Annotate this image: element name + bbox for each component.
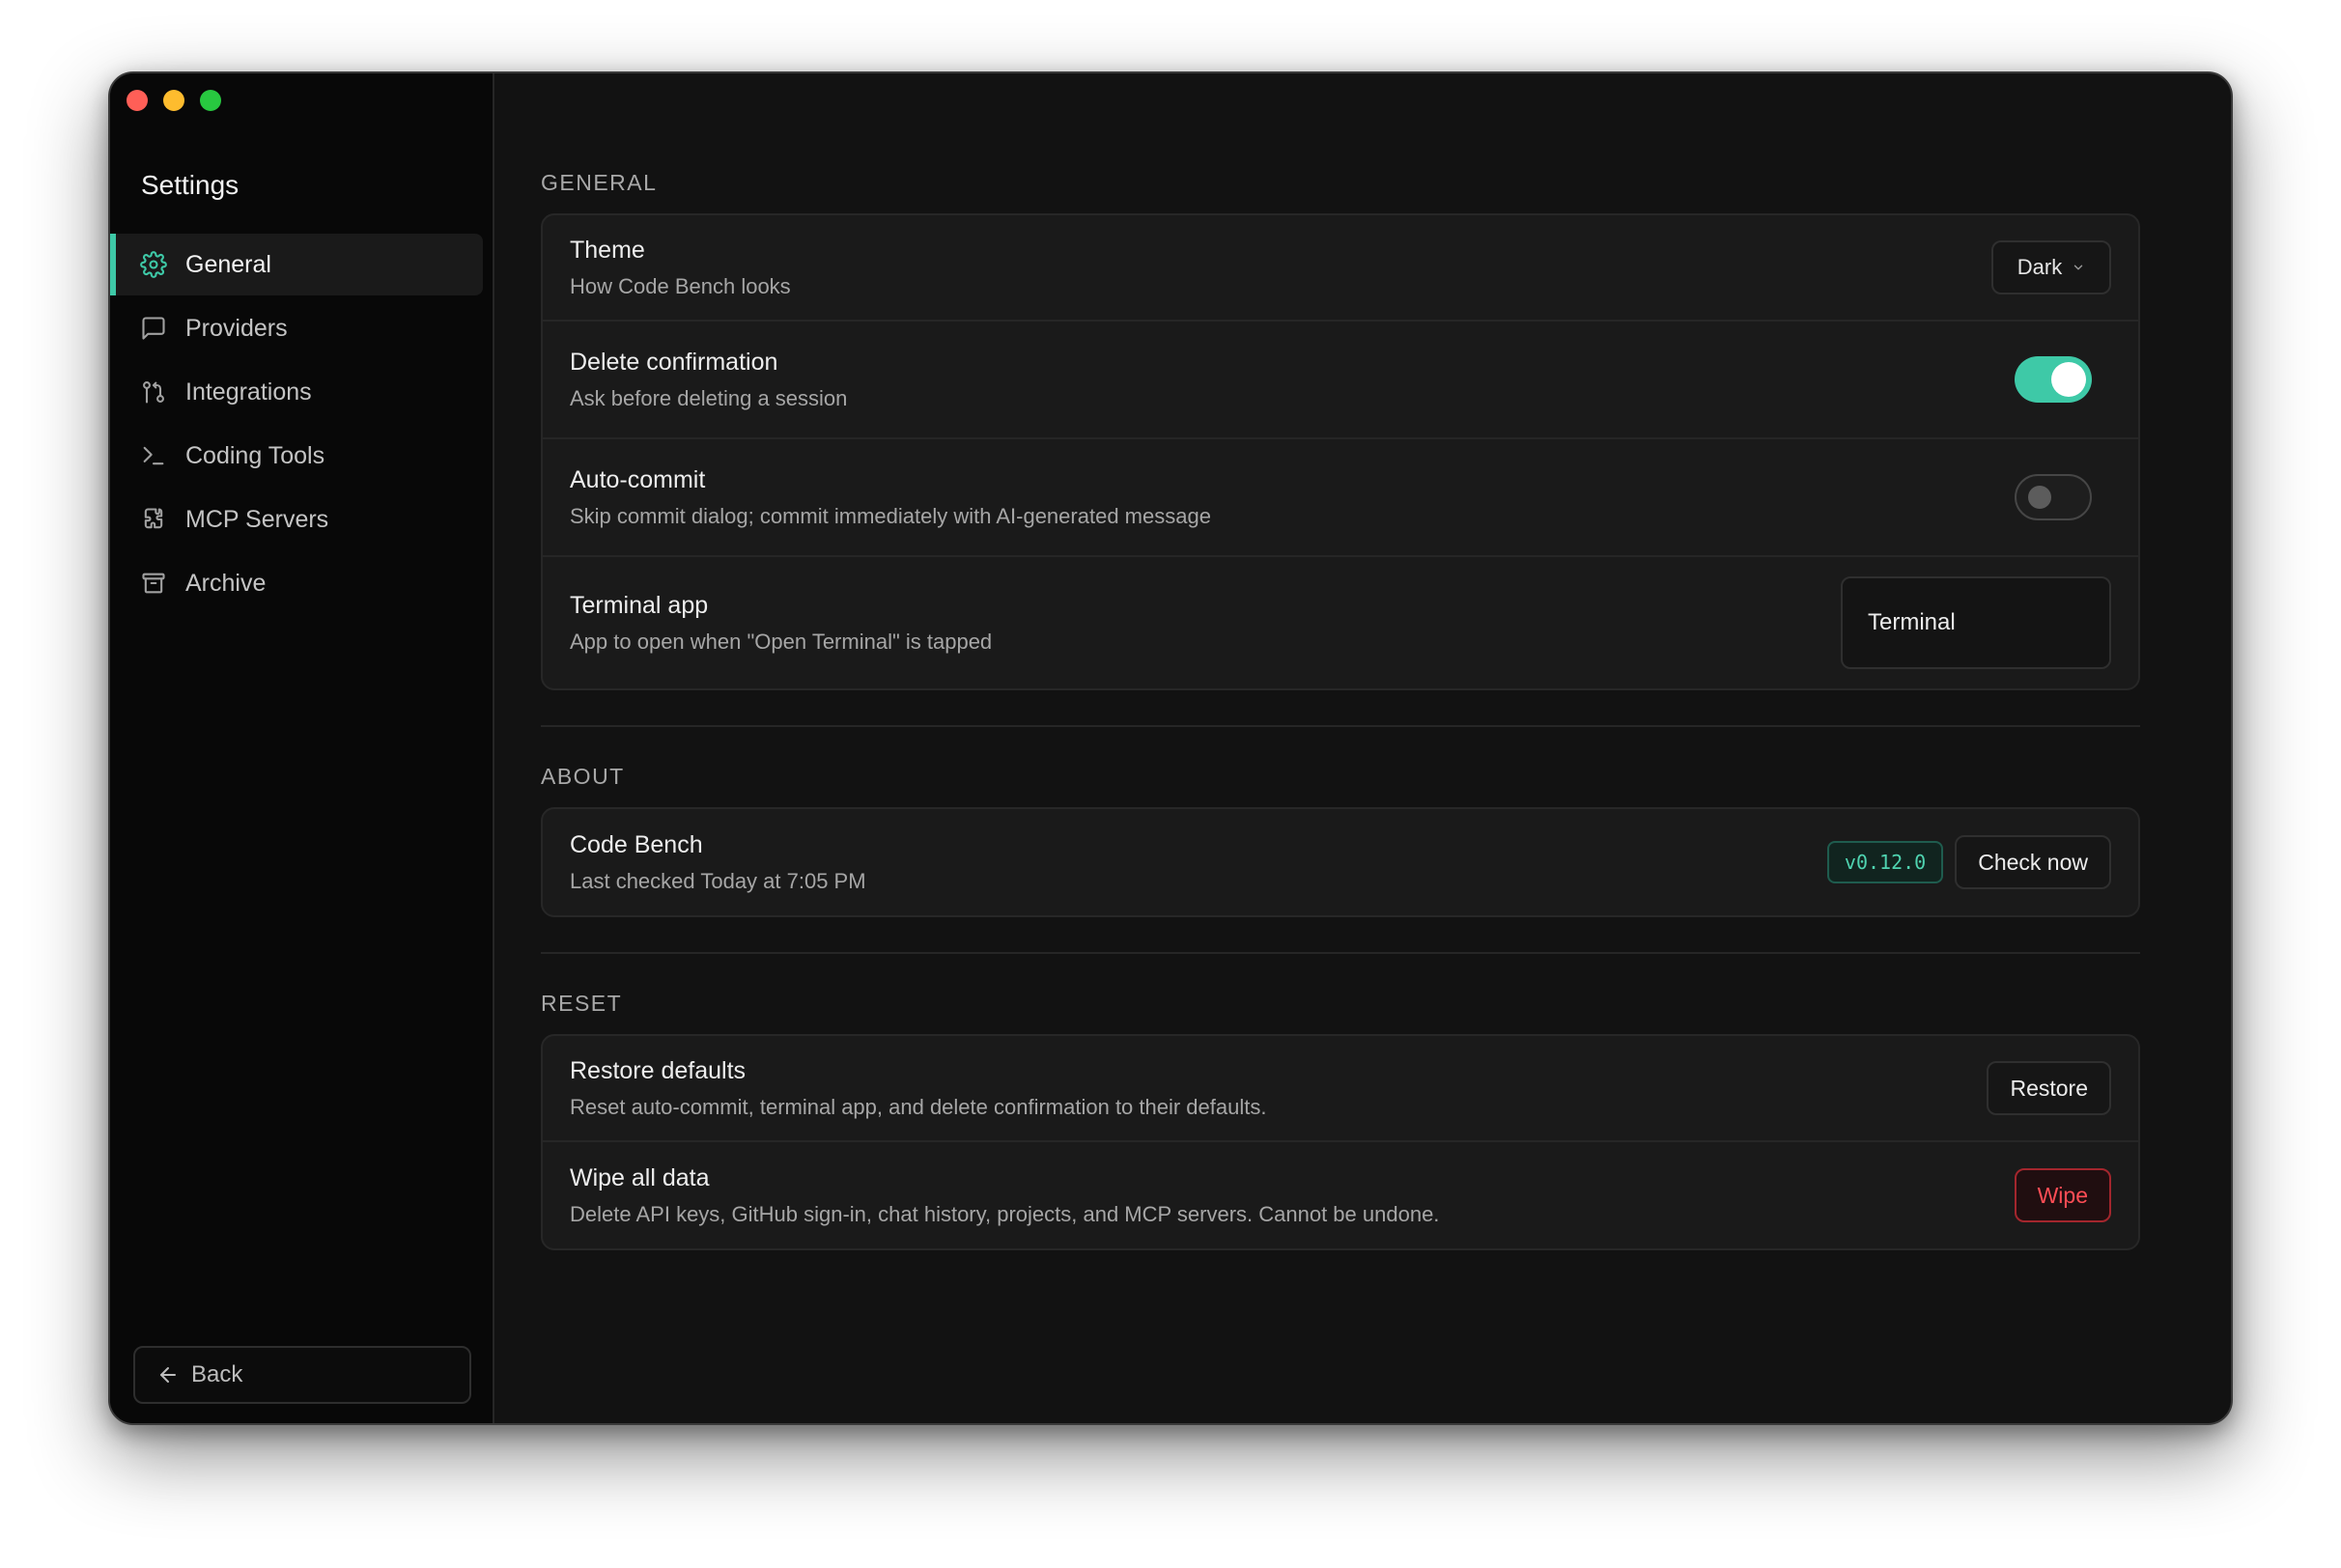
delete-confirmation-toggle[interactable]: [2015, 356, 2092, 403]
sidebar-item-providers[interactable]: Providers: [110, 297, 483, 359]
sidebar-item-label: Providers: [185, 314, 288, 342]
chevron-down-icon: [2072, 261, 2085, 274]
sidebar: Settings General Providers Integrations: [110, 73, 494, 1423]
delete-confirmation-row: Delete confirmation Ask before deleting …: [543, 322, 2138, 439]
delete-confirmation-title: Delete confirmation: [570, 348, 778, 376]
git-pull-request-icon: [139, 378, 168, 406]
settings-window: Settings General Providers Integrations: [108, 71, 2233, 1425]
wipe-data-desc: Delete API keys, GitHub sign-in, chat hi…: [570, 1201, 1440, 1226]
theme-value: Dark: [2017, 255, 2063, 279]
arrow-left-icon: [156, 1363, 180, 1386]
theme-title: Theme: [570, 236, 645, 264]
delete-confirmation-desc: Ask before deleting a session: [570, 385, 848, 410]
restore-defaults-title: Restore defaults: [570, 1056, 747, 1084]
app-name: Code Bench: [570, 830, 703, 858]
auto-commit-toggle[interactable]: [2015, 474, 2092, 520]
sidebar-item-label: Coding Tools: [185, 441, 325, 469]
sidebar-item-general[interactable]: General: [110, 234, 483, 295]
toggle-knob: [2051, 362, 2086, 397]
sidebar-item-label: Archive: [185, 569, 267, 597]
restore-defaults-row: Restore defaults Reset auto-commit, term…: [543, 1036, 2138, 1142]
check-now-button[interactable]: Check now: [1955, 835, 2111, 889]
terminal-app-row: Terminal app App to open when "Open Term…: [543, 557, 2138, 688]
archive-icon: [139, 569, 168, 598]
section-label-reset: RESET: [541, 991, 623, 1016]
theme-select[interactable]: Dark: [1991, 240, 2111, 294]
sidebar-item-label: MCP Servers: [185, 505, 329, 533]
about-actions: v0.12.0 Check now: [1826, 835, 2111, 889]
maximize-window-button[interactable]: [200, 90, 221, 111]
section-label-general: GENERAL: [541, 170, 658, 195]
sidebar-item-label: General: [185, 250, 271, 278]
restore-defaults-desc: Reset auto-commit, terminal app, and del…: [570, 1094, 1267, 1119]
terminal-app-input[interactable]: Terminal: [1841, 576, 2111, 669]
gear-icon: [139, 250, 168, 279]
restore-button[interactable]: Restore: [1987, 1061, 2111, 1115]
settings-content: GENERAL Theme How Code Bench looks Dark: [541, 170, 2140, 1250]
about-card: Code Bench Last checked Today at 7:05 PM…: [541, 807, 2140, 917]
wipe-data-title: Wipe all data: [570, 1163, 710, 1191]
auto-commit-row: Auto-commit Skip commit dialog; commit i…: [543, 439, 2138, 557]
about-row: Code Bench Last checked Today at 7:05 PM…: [543, 809, 2138, 915]
theme-desc: How Code Bench looks: [570, 273, 791, 298]
reset-card: Restore defaults Reset auto-commit, term…: [541, 1034, 2140, 1250]
terminal-app-title: Terminal app: [570, 591, 709, 619]
version-badge: v0.12.0: [1826, 841, 1944, 883]
sidebar-item-mcp-servers[interactable]: MCP Servers: [110, 489, 483, 550]
sidebar-item-archive[interactable]: Archive: [110, 552, 483, 614]
wipe-button[interactable]: Wipe: [2014, 1168, 2111, 1222]
chat-icon: [139, 314, 168, 343]
section-divider: [541, 952, 2140, 954]
section-label-about: ABOUT: [541, 764, 625, 789]
general-card: Theme How Code Bench looks Dark Delete c…: [541, 213, 2140, 690]
back-label: Back: [191, 1361, 243, 1387]
sidebar-item-coding-tools[interactable]: Coding Tools: [110, 425, 483, 487]
last-checked: Last checked Today at 7:05 PM: [570, 868, 866, 893]
toggle-knob: [2028, 486, 2051, 509]
theme-row: Theme How Code Bench looks Dark: [543, 215, 2138, 322]
settings-main: GENERAL Theme How Code Bench looks Dark: [494, 73, 2231, 1423]
minimize-window-button[interactable]: [163, 90, 184, 111]
window-controls: [127, 90, 221, 111]
back-button[interactable]: Back: [133, 1346, 471, 1404]
sidebar-title: Settings: [141, 170, 240, 200]
auto-commit-title: Auto-commit: [570, 465, 706, 493]
close-window-button[interactable]: [127, 90, 148, 111]
sidebar-item-label: Integrations: [185, 378, 312, 406]
wipe-data-row: Wipe all data Delete API keys, GitHub si…: [543, 1142, 2138, 1248]
section-divider: [541, 725, 2140, 727]
sidebar-item-integrations[interactable]: Integrations: [110, 361, 483, 423]
auto-commit-desc: Skip commit dialog; commit immediately w…: [570, 503, 1211, 528]
terminal-icon: [139, 441, 168, 470]
puzzle-icon: [139, 505, 168, 534]
sidebar-nav: General Providers Integrations Coding To…: [110, 234, 483, 616]
terminal-app-desc: App to open when "Open Terminal" is tapp…: [570, 629, 993, 654]
